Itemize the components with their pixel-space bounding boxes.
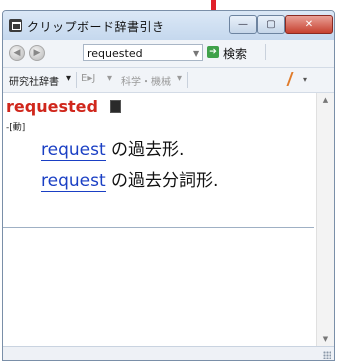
book-icon[interactable] bbox=[110, 100, 121, 113]
scroll-up-icon[interactable]: ▲ bbox=[317, 96, 334, 104]
search-go-icon[interactable]: ➔ bbox=[207, 46, 219, 58]
field-selector[interactable]: 科学・機械 bbox=[121, 73, 171, 88]
direction-dropdown-icon[interactable]: ▾ bbox=[107, 73, 112, 84]
definition-text: の過去分詞形. bbox=[111, 171, 219, 191]
toolbar-divider bbox=[265, 44, 266, 60]
definition-link[interactable]: request bbox=[41, 171, 106, 192]
scroll-down-icon[interactable]: ▼ bbox=[317, 335, 334, 343]
definition-text: の過去形. bbox=[111, 140, 185, 160]
headword: requested bbox=[6, 97, 98, 116]
search-toolbar: ◀ ▶ requested ▼ ➔ 検索 bbox=[3, 40, 334, 68]
window-title: クリップボード辞書引き bbox=[27, 20, 165, 34]
history-dropdown-icon[interactable]: ▼ bbox=[193, 49, 199, 58]
definition-link[interactable]: request bbox=[41, 140, 106, 161]
dictionary-toolbar: 研究社辞書 ▾ E▸J ▾ 科学・機械 ▾ ▾ bbox=[3, 68, 334, 93]
forward-button[interactable]: ▶ bbox=[29, 45, 45, 61]
back-button[interactable]: ◀ bbox=[9, 45, 25, 61]
result-pane: requested -[動] request の過去形. request の過去… bbox=[3, 93, 334, 346]
status-bar bbox=[3, 346, 334, 360]
clipboard-dictionary-window: クリップボード辞書引き — ▢ ✕ ◀ ▶ requested ▼ ➔ 検索 研… bbox=[2, 10, 335, 361]
title-bar[interactable]: クリップボード辞書引き — ▢ ✕ bbox=[3, 11, 334, 40]
minimize-button[interactable]: — bbox=[229, 15, 257, 34]
content-divider bbox=[3, 227, 314, 228]
definition-line: request の過去分詞形. bbox=[41, 166, 219, 192]
close-button[interactable]: ✕ bbox=[285, 15, 333, 34]
vertical-scrollbar[interactable]: ▲ ▼ bbox=[316, 93, 334, 346]
search-button[interactable]: 検索 bbox=[223, 45, 247, 62]
maximize-button[interactable]: ▢ bbox=[257, 15, 285, 34]
pen-dropdown-icon[interactable]: ▾ bbox=[303, 75, 307, 84]
toolbar-divider bbox=[187, 72, 188, 88]
dictionary-dropdown-icon[interactable]: ▾ bbox=[66, 73, 71, 84]
part-of-speech: -[動] bbox=[6, 123, 26, 133]
toolbar-divider bbox=[76, 72, 77, 88]
dictionary-app-icon bbox=[9, 19, 22, 32]
field-dropdown-icon[interactable]: ▾ bbox=[177, 73, 182, 84]
direction-selector[interactable]: E▸J bbox=[81, 73, 95, 84]
search-input[interactable]: requested bbox=[83, 44, 203, 61]
dictionary-selector[interactable]: 研究社辞書 bbox=[9, 73, 59, 88]
definition-line: request の過去形. bbox=[41, 135, 185, 161]
resize-grip-icon[interactable] bbox=[323, 351, 331, 359]
